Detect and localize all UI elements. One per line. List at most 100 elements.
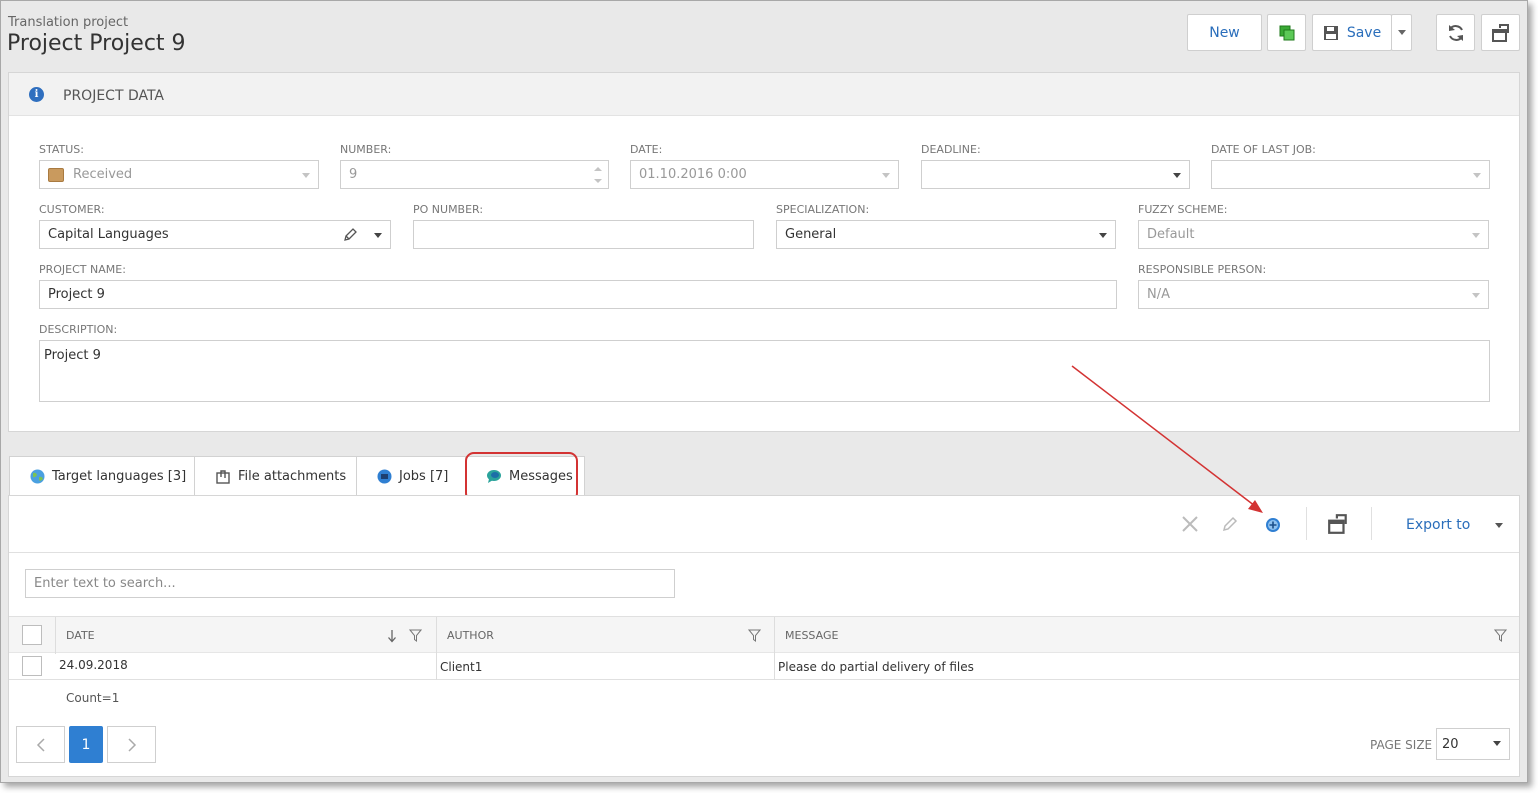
project-name-label: PROJECT NAME: — [39, 263, 126, 276]
description-label: DESCRIPTION: — [39, 323, 118, 336]
filter-icon[interactable] — [1494, 629, 1507, 642]
info-icon: i — [29, 87, 44, 102]
status-select[interactable]: Received — [39, 160, 319, 189]
po-number-label: PO NUMBER: — [413, 203, 484, 216]
save-options-dropdown[interactable] — [1391, 14, 1412, 51]
po-number-input[interactable] — [413, 220, 754, 249]
tab-jobs[interactable]: Jobs [7] — [356, 456, 466, 496]
pencil-icon[interactable] — [342, 227, 358, 243]
chevron-down-icon — [882, 173, 890, 178]
project-data-panel: i PROJECT DATA STATUS: Received NUMBER: … — [8, 72, 1520, 432]
pager-prev-button[interactable] — [16, 726, 65, 763]
chevron-down-icon — [1473, 173, 1481, 178]
floppy-disk-icon — [1323, 25, 1338, 40]
number-stepper[interactable]: 9 — [340, 160, 609, 189]
responsible-person-value: N/A — [1147, 287, 1170, 302]
tab-jobs-label: Jobs [7] — [399, 469, 449, 484]
customer-value: Capital Languages — [48, 227, 169, 242]
column-header-date-label: DATE — [66, 629, 95, 642]
jobs-icon — [377, 469, 392, 484]
add-message-icon[interactable] — [1265, 517, 1281, 533]
pager-next-button[interactable] — [107, 726, 156, 763]
column-header-date[interactable]: DATE — [56, 617, 436, 654]
chevron-down-icon — [1173, 173, 1181, 178]
attachment-icon — [216, 469, 230, 484]
toolbar-separator — [1371, 507, 1372, 540]
toolbar-separator — [1306, 507, 1307, 540]
chevron-down-icon — [1472, 233, 1480, 238]
chevron-down-icon — [1099, 233, 1107, 238]
project-data-title: PROJECT DATA — [63, 88, 165, 104]
duplicate-green-icon — [1279, 25, 1294, 40]
row-checkbox[interactable] — [22, 656, 42, 676]
tab-file-attachments-label: File attachments — [238, 469, 347, 484]
specialization-value: General — [785, 227, 837, 242]
grid-header: DATE AUTHOR MESSAGE — [9, 616, 1519, 654]
chevron-down-icon[interactable] — [1495, 523, 1503, 528]
filter-icon[interactable] — [409, 629, 422, 642]
tab-target-languages-label: Target languages [3] — [52, 469, 187, 484]
delete-icon[interactable] — [1181, 515, 1199, 533]
select-all-checkbox[interactable] — [22, 625, 42, 645]
fuzzy-scheme-value: Default — [1147, 227, 1195, 242]
new-button[interactable]: New — [1187, 14, 1262, 51]
tab-file-attachments[interactable]: File attachments — [194, 456, 357, 496]
deadline-label: DEADLINE: — [921, 143, 981, 156]
edit-pencil-icon[interactable] — [1221, 515, 1239, 533]
date-label: DATE: — [630, 143, 663, 156]
column-header-message-label: MESSAGE — [785, 629, 839, 642]
column-header-message[interactable]: MESSAGE — [775, 617, 1515, 654]
cell-date: 24.09.2018 — [59, 657, 128, 672]
date-last-job-label: DATE OF LAST JOB: — [1211, 143, 1316, 156]
search-input[interactable]: Enter text to search... — [25, 569, 675, 598]
chevron-down-icon — [1493, 741, 1501, 746]
chevron-down-icon — [374, 233, 382, 238]
project-data-header[interactable]: i PROJECT DATA — [9, 73, 1519, 116]
responsible-person-select[interactable]: N/A — [1138, 280, 1489, 309]
table-row[interactable]: 24.09.2018 Client1 Please do partial del… — [9, 653, 1519, 680]
date-last-job-picker[interactable] — [1211, 160, 1490, 189]
spin-up-icon[interactable] — [594, 167, 602, 171]
customer-label: CUSTOMER: — [39, 203, 105, 216]
fuzzy-scheme-label: FUZZY SCHEME: — [1138, 203, 1228, 216]
messages-panel: Export to Enter text to search... DATE A… — [8, 495, 1520, 777]
header-subtitle: Translation project — [8, 15, 129, 30]
spin-down-icon[interactable] — [594, 179, 602, 183]
filter-icon[interactable] — [748, 629, 761, 642]
pager-page-button[interactable]: 1 — [69, 726, 103, 763]
date-picker[interactable]: 01.10.2016 0:00 — [630, 160, 899, 189]
sort-down-icon[interactable] — [387, 629, 397, 643]
date-value: 01.10.2016 0:00 — [639, 167, 747, 182]
save-label: Save — [1346, 24, 1382, 41]
globe-icon — [30, 469, 45, 484]
column-header-author-label: AUTHOR — [447, 629, 494, 642]
window-undock-icon[interactable] — [1327, 513, 1349, 535]
project-name-value: Project 9 — [48, 287, 105, 302]
fuzzy-scheme-select[interactable]: Default — [1138, 220, 1489, 249]
page-size-label: PAGE SIZE — [1370, 738, 1433, 752]
column-header-author[interactable]: AUTHOR — [437, 617, 775, 654]
save-button[interactable]: Save — [1312, 14, 1392, 51]
refresh-button[interactable] — [1436, 14, 1475, 51]
package-icon — [48, 167, 64, 182]
tab-target-languages[interactable]: Target languages [3] — [9, 456, 195, 496]
project-name-input[interactable]: Project 9 — [39, 280, 1117, 309]
specialization-select[interactable]: General — [776, 220, 1116, 249]
refresh-icon — [1448, 24, 1463, 41]
status-label: STATUS: — [39, 143, 84, 156]
chevron-right-icon — [127, 737, 136, 752]
specialization-label: SPECIALIZATION: — [776, 203, 870, 216]
deadline-picker[interactable] — [921, 160, 1190, 189]
export-to-button[interactable]: Export to — [1406, 517, 1470, 533]
messages-toolbar: Export to — [9, 496, 1519, 553]
number-label: NUMBER: — [340, 143, 392, 156]
duplicate-button[interactable] — [1267, 14, 1306, 51]
status-value: Received — [73, 167, 133, 182]
undock-button[interactable] — [1481, 14, 1520, 51]
description-textarea[interactable]: Project 9 — [39, 340, 1490, 402]
responsible-person-label: RESPONSIBLE PERSON: — [1138, 263, 1267, 276]
cell-author: Client1 — [440, 659, 483, 674]
chevron-down-icon — [1397, 30, 1406, 35]
customer-select[interactable]: Capital Languages — [39, 220, 391, 249]
page-size-select[interactable]: 20 — [1436, 728, 1510, 760]
